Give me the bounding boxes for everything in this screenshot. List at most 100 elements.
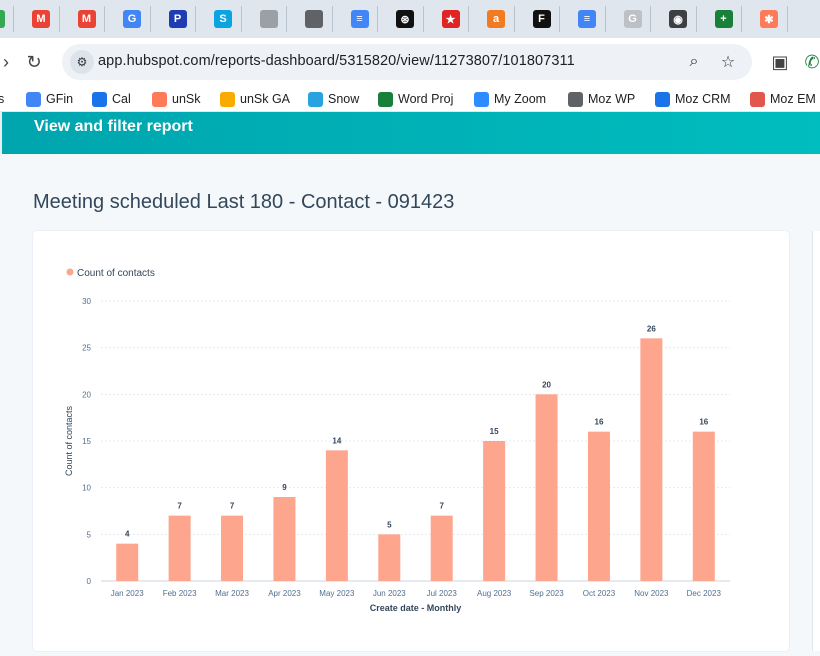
google-icon: G [623, 10, 642, 28]
bookmark-label: Moz CRM [675, 92, 731, 106]
y-tick-label: 30 [82, 297, 91, 306]
google-icon: G [123, 10, 141, 28]
chart-card: Count of contacts 0 5 10 15 20 25 30 Count of co… [33, 231, 789, 651]
extension-icon[interactable]: ▣ [768, 50, 792, 74]
x-axis-label: Create date - Monthly [370, 603, 462, 613]
bookmark-label: Word Proj [398, 92, 454, 106]
bar [168, 515, 191, 581]
y-tick-label: 0 [87, 577, 92, 586]
bar [483, 441, 506, 581]
forward-arrow-icon[interactable]: › [0, 50, 18, 74]
bookmark-item[interactable]: Moz CRM [655, 90, 731, 108]
bookmark-item[interactable]: Word Proj [378, 90, 453, 108]
address-bar[interactable]: ⚙ app.hubspot.com/reports-dashboard/5315… [62, 44, 752, 80]
phone-extension-icon[interactable]: ✆ [800, 50, 820, 74]
bookmark-label: Snow [328, 92, 360, 106]
browser-tab[interactable] [0, 6, 14, 32]
browser-tab[interactable]: F [524, 6, 560, 32]
bookmark-label: unSk GA [240, 92, 291, 106]
bookmark-item[interactable]: My Zoom [474, 90, 546, 108]
browser-tab[interactable]: G [615, 6, 651, 32]
data-label: 7 [439, 502, 444, 511]
x-tick-label: Dec 2023 [687, 589, 722, 598]
analytics-icon [220, 91, 235, 107]
browser-tab[interactable] [297, 6, 333, 32]
bookmark-overflow-label[interactable]: s [0, 90, 4, 108]
data-label: 4 [125, 530, 130, 539]
bookmark-item[interactable]: GFin [26, 90, 73, 108]
browser-tab[interactable]: ◉ [661, 6, 697, 32]
x-tick-label: Feb 2023 [163, 589, 197, 598]
browser-tab[interactable]: ★ [433, 6, 469, 32]
x-tick-label: Jun 2023 [373, 589, 406, 598]
data-label: 26 [647, 324, 656, 333]
bar [378, 534, 401, 581]
data-label: 20 [542, 380, 551, 389]
bookmark-item[interactable]: Moz EM [750, 90, 816, 108]
bookmark-item[interactable]: Cal [92, 90, 131, 108]
green-icon [0, 10, 5, 28]
x-tick-label: Nov 2023 [634, 589, 669, 598]
report-header-bar: View and filter report [0, 112, 820, 154]
view-filter-title[interactable]: View and filter report [34, 118, 193, 136]
zoom-magnifier-icon[interactable]: ⌕ [684, 52, 704, 72]
browser-tab[interactable]: P [160, 6, 196, 32]
bar [640, 338, 663, 581]
zoom-icon [474, 91, 489, 107]
bookmark-item[interactable]: Moz WP [568, 90, 635, 108]
bookmark-item[interactable]: Snow [308, 90, 359, 108]
url-text[interactable]: app.hubspot.com/reports-dashboard/531582… [98, 53, 575, 69]
bookmark-star-icon[interactable]: ☆ [718, 52, 738, 72]
data-label: 14 [332, 436, 341, 445]
y-tick-label: 15 [82, 437, 91, 446]
hubspot-icon [152, 91, 167, 107]
bookmarks-bar: s GFin Cal unSk unSk GA Snow Word Proj My Zoom… [0, 86, 820, 112]
browser-tab[interactable]: G [115, 6, 151, 32]
alta-icon: a [487, 10, 505, 28]
browser-tab[interactable]: + [706, 6, 742, 32]
bookmark-label: My Zoom [494, 92, 547, 106]
bar [325, 450, 348, 581]
site-info-icon[interactable]: ⚙ [70, 50, 94, 74]
star-icon: ★ [441, 10, 460, 28]
next-card-edge [812, 231, 820, 651]
browser-toolbar: › ↻ ⚙ app.hubspot.com/reports-dashboard/… [0, 38, 820, 86]
browser-tab[interactable]: S [206, 6, 242, 32]
reload-icon[interactable]: ↻ [22, 50, 46, 74]
y-axis-label: Count of contacts [64, 405, 74, 476]
x-tick-label: Aug 2023 [477, 589, 512, 598]
browser-tab[interactable]: ⊛ [388, 6, 424, 32]
bookmark-item[interactable]: unSk GA [220, 90, 290, 108]
data-label: 9 [282, 483, 287, 492]
x-tick-label: Oct 2023 [583, 589, 616, 598]
browser-tab[interactable]: ≡ [570, 6, 606, 32]
browser-tab[interactable]: M [69, 6, 105, 32]
x-tick-label: Mar 2023 [215, 589, 249, 598]
bar [587, 431, 610, 581]
bar [116, 543, 139, 581]
link-icon [655, 91, 670, 107]
bookmark-label: Cal [112, 92, 131, 106]
browser-tab[interactable]: ≡ [342, 6, 378, 32]
x-tick-label: Jul 2023 [427, 589, 458, 598]
calendar-icon [92, 91, 107, 107]
browser-tab[interactable] [251, 6, 287, 32]
gmail-icon: M [77, 10, 96, 28]
browser-tab[interactable]: M [24, 6, 60, 32]
y-tick-label: 10 [82, 484, 91, 493]
header-edge [0, 112, 2, 154]
bookmark-item[interactable]: unSk [152, 90, 201, 108]
shield-icon [308, 91, 323, 107]
bar [221, 515, 244, 581]
bookmark-label: GFin [46, 92, 74, 106]
bar [692, 431, 715, 581]
bookmark-label: unSk [172, 92, 201, 106]
x-tick-label: Jan 2023 [111, 589, 144, 598]
browser-tab[interactable]: a [479, 6, 515, 32]
data-label: 16 [595, 418, 604, 427]
y-tick-label: 5 [87, 530, 92, 539]
report-title: Meeting scheduled Last 180 - Contact - 0… [33, 191, 455, 213]
gfin-icon [26, 91, 41, 107]
browser-tab[interactable]: ✱ [752, 6, 788, 32]
hubspot-icon: ✱ [760, 10, 778, 28]
